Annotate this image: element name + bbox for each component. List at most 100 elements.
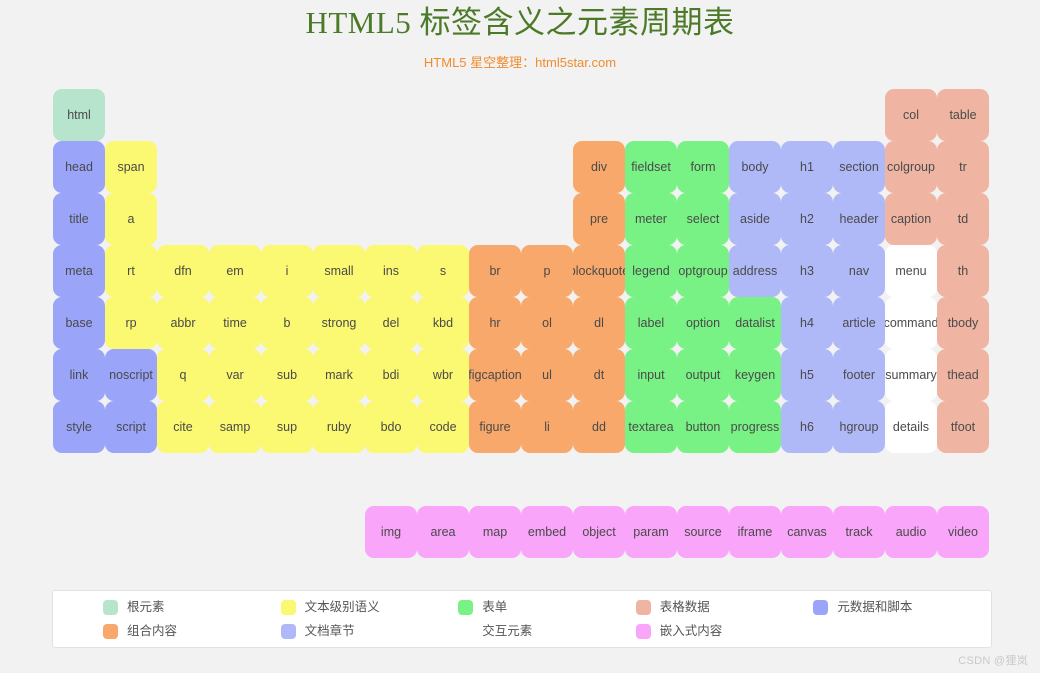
element-cell-tbody[interactable]: tbody — [937, 297, 989, 349]
element-cell-ins[interactable]: ins — [365, 245, 417, 297]
element-cell-s[interactable]: s — [417, 245, 469, 297]
element-cell-table[interactable]: table — [937, 89, 989, 141]
element-cell-track[interactable]: track — [833, 506, 885, 558]
element-cell-param[interactable]: param — [625, 506, 677, 558]
element-cell-figure[interactable]: figure — [469, 401, 521, 453]
element-cell-rt[interactable]: rt — [105, 245, 157, 297]
element-cell-head[interactable]: head — [53, 141, 105, 193]
element-cell-details[interactable]: details — [885, 401, 937, 453]
element-cell-html[interactable]: html — [53, 89, 105, 141]
element-cell-div[interactable]: div — [573, 141, 625, 193]
element-cell-a[interactable]: a — [105, 193, 157, 245]
element-cell-button[interactable]: button — [677, 401, 729, 453]
element-cell-source[interactable]: source — [677, 506, 729, 558]
element-cell-sup[interactable]: sup — [261, 401, 313, 453]
element-cell-summary[interactable]: summary — [885, 349, 937, 401]
element-cell-article[interactable]: article — [833, 297, 885, 349]
element-cell-strong[interactable]: strong — [313, 297, 365, 349]
element-cell-footer[interactable]: footer — [833, 349, 885, 401]
element-cell-meter[interactable]: meter — [625, 193, 677, 245]
element-cell-iframe[interactable]: iframe — [729, 506, 781, 558]
element-cell-aside[interactable]: aside — [729, 193, 781, 245]
element-cell-li[interactable]: li — [521, 401, 573, 453]
element-cell-samp[interactable]: samp — [209, 401, 261, 453]
element-cell-nav[interactable]: nav — [833, 245, 885, 297]
element-cell-menu[interactable]: menu — [885, 245, 937, 297]
element-cell-dd[interactable]: dd — [573, 401, 625, 453]
element-cell-area[interactable]: area — [417, 506, 469, 558]
element-cell-h6[interactable]: h6 — [781, 401, 833, 453]
element-cell-time[interactable]: time — [209, 297, 261, 349]
element-cell-td[interactable]: td — [937, 193, 989, 245]
element-cell-header[interactable]: header — [833, 193, 885, 245]
element-cell-textarea[interactable]: textarea — [625, 401, 677, 453]
element-cell-cite[interactable]: cite — [157, 401, 209, 453]
element-cell-hgroup[interactable]: hgroup — [833, 401, 885, 453]
element-cell-script[interactable]: script — [105, 401, 157, 453]
element-cell-code[interactable]: code — [417, 401, 469, 453]
element-cell-canvas[interactable]: canvas — [781, 506, 833, 558]
element-cell-img[interactable]: img — [365, 506, 417, 558]
element-cell-datalist[interactable]: datalist — [729, 297, 781, 349]
element-cell-audio[interactable]: audio — [885, 506, 937, 558]
element-cell-base[interactable]: base — [53, 297, 105, 349]
element-cell-h1[interactable]: h1 — [781, 141, 833, 193]
element-cell-del[interactable]: del — [365, 297, 417, 349]
element-cell-form[interactable]: form — [677, 141, 729, 193]
element-cell-h3[interactable]: h3 — [781, 245, 833, 297]
element-cell-br[interactable]: br — [469, 245, 521, 297]
element-cell-input[interactable]: input — [625, 349, 677, 401]
element-cell-colgroup[interactable]: colgroup — [885, 141, 937, 193]
element-cell-abbr[interactable]: abbr — [157, 297, 209, 349]
element-cell-h4[interactable]: h4 — [781, 297, 833, 349]
element-cell-address[interactable]: address — [729, 245, 781, 297]
element-cell-output[interactable]: output — [677, 349, 729, 401]
element-cell-rp[interactable]: rp — [105, 297, 157, 349]
element-cell-wbr[interactable]: wbr — [417, 349, 469, 401]
element-cell-blockquote[interactable]: blockquote — [573, 245, 625, 297]
element-cell-style[interactable]: style — [53, 401, 105, 453]
element-cell-noscript[interactable]: noscript — [105, 349, 157, 401]
element-cell-h5[interactable]: h5 — [781, 349, 833, 401]
element-cell-var[interactable]: var — [209, 349, 261, 401]
element-cell-tr[interactable]: tr — [937, 141, 989, 193]
element-cell-caption[interactable]: caption — [885, 193, 937, 245]
element-cell-hr[interactable]: hr — [469, 297, 521, 349]
element-cell-ul[interactable]: ul — [521, 349, 573, 401]
element-cell-label[interactable]: label — [625, 297, 677, 349]
element-cell-thead[interactable]: thead — [937, 349, 989, 401]
element-cell-map[interactable]: map — [469, 506, 521, 558]
element-cell-meta[interactable]: meta — [53, 245, 105, 297]
element-cell-h2[interactable]: h2 — [781, 193, 833, 245]
element-cell-bdo[interactable]: bdo — [365, 401, 417, 453]
element-cell-small[interactable]: small — [313, 245, 365, 297]
element-cell-p[interactable]: p — [521, 245, 573, 297]
element-cell-ol[interactable]: ol — [521, 297, 573, 349]
element-cell-pre[interactable]: pre — [573, 193, 625, 245]
element-cell-option[interactable]: option — [677, 297, 729, 349]
element-cell-optgroup[interactable]: optgroup — [677, 245, 729, 297]
element-cell-body[interactable]: body — [729, 141, 781, 193]
element-cell-fieldset[interactable]: fieldset — [625, 141, 677, 193]
element-cell-keygen[interactable]: keygen — [729, 349, 781, 401]
element-cell-bdi[interactable]: bdi — [365, 349, 417, 401]
element-cell-dl[interactable]: dl — [573, 297, 625, 349]
element-cell-th[interactable]: th — [937, 245, 989, 297]
element-cell-tfoot[interactable]: tfoot — [937, 401, 989, 453]
element-cell-object[interactable]: object — [573, 506, 625, 558]
element-cell-mark[interactable]: mark — [313, 349, 365, 401]
element-cell-figcaption[interactable]: figcaption — [469, 349, 521, 401]
element-cell-span[interactable]: span — [105, 141, 157, 193]
element-cell-b[interactable]: b — [261, 297, 313, 349]
element-cell-video[interactable]: video — [937, 506, 989, 558]
element-cell-command[interactable]: command — [885, 297, 937, 349]
element-cell-kbd[interactable]: kbd — [417, 297, 469, 349]
element-cell-col[interactable]: col — [885, 89, 937, 141]
element-cell-q[interactable]: q — [157, 349, 209, 401]
element-cell-legend[interactable]: legend — [625, 245, 677, 297]
element-cell-progress[interactable]: progress — [729, 401, 781, 453]
element-cell-title[interactable]: title — [53, 193, 105, 245]
element-cell-select[interactable]: select — [677, 193, 729, 245]
element-cell-section[interactable]: section — [833, 141, 885, 193]
element-cell-dfn[interactable]: dfn — [157, 245, 209, 297]
